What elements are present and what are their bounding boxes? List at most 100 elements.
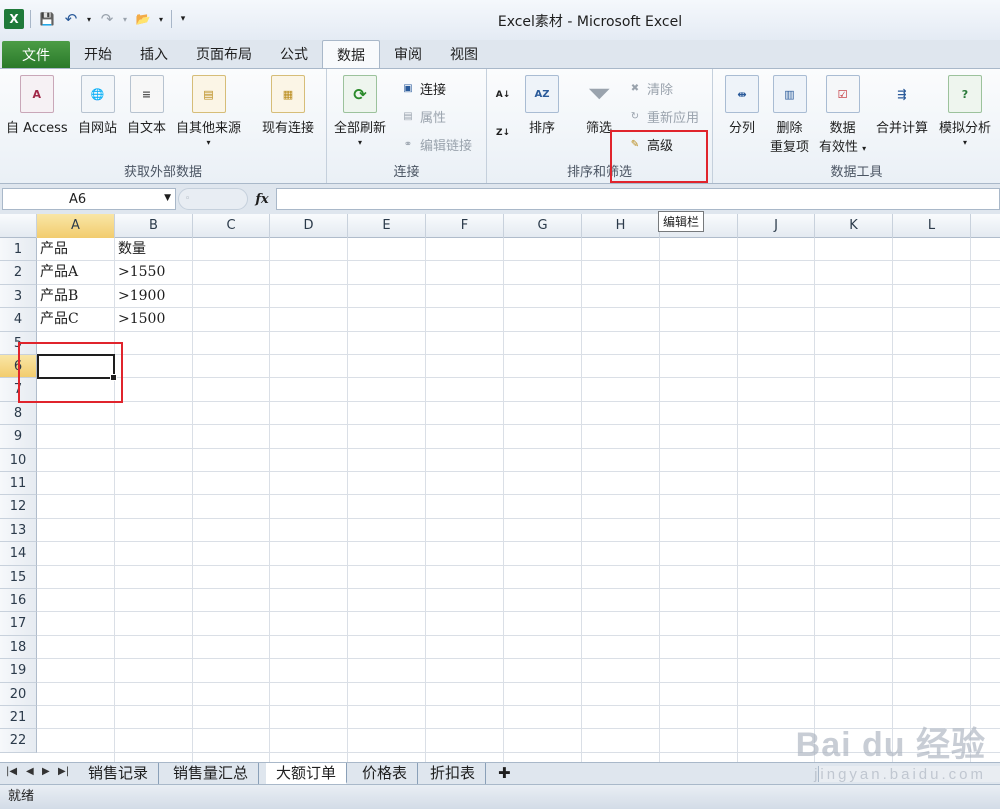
tab-data[interactable]: 数据: [322, 40, 380, 69]
tab-formulas[interactable]: 公式: [266, 40, 322, 68]
row-header-13[interactable]: 13: [0, 518, 37, 543]
from-web-button[interactable]: 🌐 自网站: [78, 75, 117, 136]
column-header-L[interactable]: L: [893, 214, 971, 238]
row-header-17[interactable]: 17: [0, 612, 37, 636]
column-header-F[interactable]: F: [426, 214, 504, 238]
row-header-14[interactable]: 14: [0, 542, 37, 566]
status-bar: 就绪: [0, 784, 1000, 809]
column-header-G[interactable]: G: [504, 214, 582, 238]
sheet-tab-large-orders[interactable]: 大额订单: [266, 763, 348, 784]
globe-icon: 🌐: [80, 75, 115, 113]
formula-input[interactable]: [276, 188, 1000, 210]
sheet-tab-price-list[interactable]: 价格表: [352, 763, 419, 784]
column-header-D[interactable]: D: [270, 214, 348, 238]
column-header-K[interactable]: K: [815, 214, 893, 238]
group-connections: ⟳ 全部刷新 ▾ ▣ 连接 ▤ 属性 ⚭ 编辑链接 连接: [327, 69, 487, 183]
worksheet-grid[interactable]: ABCDEFGHIJKL 123456789101112131415161718…: [0, 214, 1000, 762]
clear-filter-button[interactable]: ✖ 清除: [627, 79, 673, 98]
column-header-B[interactable]: B: [115, 214, 193, 238]
group-data-tools: ⇹ 分列 ▥ 删除 重复项 ☑ 数据 有效性 ▾ ⇶ 合并计算 ? 模拟分析 ▾…: [713, 69, 1000, 183]
cell-B3[interactable]: >1900: [115, 285, 165, 308]
column-header-H[interactable]: H: [582, 214, 660, 238]
connections-button[interactable]: ▣ 连接: [400, 79, 446, 98]
cell-B4[interactable]: >1500: [115, 308, 165, 331]
cell-A2[interactable]: 产品A: [37, 261, 78, 284]
cell-A4[interactable]: 产品C: [37, 308, 79, 331]
properties-icon: ▤: [403, 111, 413, 122]
sort-button[interactable]: AZ 排序: [525, 75, 559, 136]
remove-duplicates-button[interactable]: ▥ 删除 重复项: [770, 75, 809, 155]
name-box[interactable]: A6 ▼: [2, 188, 176, 210]
from-access-button[interactable]: A 自 Access: [6, 75, 68, 136]
tab-insert[interactable]: 插入: [126, 40, 182, 68]
tab-view[interactable]: 视图: [436, 40, 492, 68]
row-header-2[interactable]: 2: [0, 261, 37, 285]
row-header-18[interactable]: 18: [0, 635, 37, 660]
window-title: Excel素材 - Microsoft Excel: [497, 14, 683, 30]
cell-A3[interactable]: 产品B: [37, 285, 78, 308]
tab-review[interactable]: 审阅: [380, 40, 436, 68]
column-header-C[interactable]: C: [193, 214, 270, 238]
gridline-horizontal: [37, 424, 1000, 426]
first-sheet-icon[interactable]: |◀: [6, 766, 17, 777]
gridline-vertical: [737, 238, 738, 762]
dropdown-arrow-icon: ▾: [206, 138, 211, 147]
column-header-J[interactable]: J: [738, 214, 815, 238]
text-to-columns-button[interactable]: ⇹ 分列: [725, 75, 759, 136]
column-header-E[interactable]: E: [348, 214, 426, 238]
connections-icon: ▣: [403, 83, 413, 94]
insert-function-icon[interactable]: fx: [250, 188, 274, 210]
formula-bar-splitter[interactable]: ◦: [178, 188, 248, 210]
next-sheet-icon[interactable]: ▶: [42, 766, 50, 777]
row-header-19[interactable]: 19: [0, 659, 37, 683]
row-header-11[interactable]: 11: [0, 472, 37, 496]
gridline-horizontal: [37, 611, 1000, 613]
row-header-22[interactable]: 22: [0, 729, 37, 753]
row-header-12[interactable]: 12: [0, 495, 37, 519]
select-all-corner[interactable]: [0, 214, 37, 238]
sort-ascending-button[interactable]: A↓: [495, 87, 511, 103]
tab-page-layout[interactable]: 页面布局: [182, 40, 266, 68]
tab-file[interactable]: 文件: [2, 41, 70, 68]
database-icon: ▤: [191, 75, 226, 113]
tab-home[interactable]: 开始: [70, 40, 126, 68]
cell-B1[interactable]: 数量: [115, 238, 146, 261]
reapply-button[interactable]: ↻ 重新应用: [627, 107, 699, 126]
highlight-advanced-button: [610, 130, 708, 183]
last-sheet-icon[interactable]: ▶|: [58, 766, 69, 777]
row-header-3[interactable]: 3: [0, 284, 37, 309]
sheet-tab-sales-summary[interactable]: 销售量汇总: [163, 763, 260, 784]
row-header-4[interactable]: 4: [0, 308, 37, 332]
cell-B2[interactable]: >1550: [115, 261, 165, 284]
cell-A1[interactable]: 产品: [37, 238, 68, 261]
properties-button[interactable]: ▤ 属性: [400, 107, 446, 126]
what-if-analysis-button[interactable]: ? 模拟分析 ▾: [939, 75, 991, 147]
row-header-15[interactable]: 15: [0, 565, 37, 589]
column-header-A[interactable]: A: [37, 214, 115, 238]
gridline-horizontal: [37, 541, 1000, 543]
consolidate-button[interactable]: ⇶ 合并计算: [876, 75, 928, 137]
existing-connections-button[interactable]: ▦ 现有连接: [262, 75, 314, 136]
refresh-all-button[interactable]: ⟳ 全部刷新 ▾: [334, 75, 386, 147]
row-header-10[interactable]: 10: [0, 448, 37, 472]
row-header-9[interactable]: 9: [0, 425, 37, 449]
row-header-21[interactable]: 21: [0, 706, 37, 730]
sheet-tab-discount[interactable]: 折扣表: [420, 763, 487, 784]
validation-label-2: 有效性 ▾: [819, 140, 867, 155]
name-box-dropdown-icon[interactable]: ▼: [164, 193, 171, 203]
insert-sheet-icon[interactable]: ✚: [488, 763, 521, 784]
sort-descending-button[interactable]: Z↓: [495, 125, 511, 141]
from-other-sources-button[interactable]: ▤ 自其他来源 ▾: [176, 75, 241, 147]
row-header-1[interactable]: 1: [0, 238, 37, 262]
baidu-watermark-logo: Bai du 经验 jingyan.baidu.com: [796, 717, 986, 783]
edit-links-button[interactable]: ⚭ 编辑链接: [400, 135, 472, 154]
row-header-16[interactable]: 16: [0, 589, 37, 613]
from-text-button[interactable]: ≡ 自文本: [127, 75, 166, 136]
row-header-8[interactable]: 8: [0, 401, 37, 426]
row-header-20[interactable]: 20: [0, 682, 37, 706]
title-bar: X 💾 ↶ ▾ ↷ ▾ 📂 ▾ ▾ Excel素材 - Microsoft Ex…: [0, 0, 1000, 40]
sheet-tab-sales-records[interactable]: 销售记录: [78, 763, 160, 784]
filter-button[interactable]: ⏷ 筛选: [582, 75, 616, 137]
prev-sheet-icon[interactable]: ◀: [26, 766, 34, 777]
data-validation-button[interactable]: ☑ 数据 有效性 ▾: [819, 75, 866, 155]
